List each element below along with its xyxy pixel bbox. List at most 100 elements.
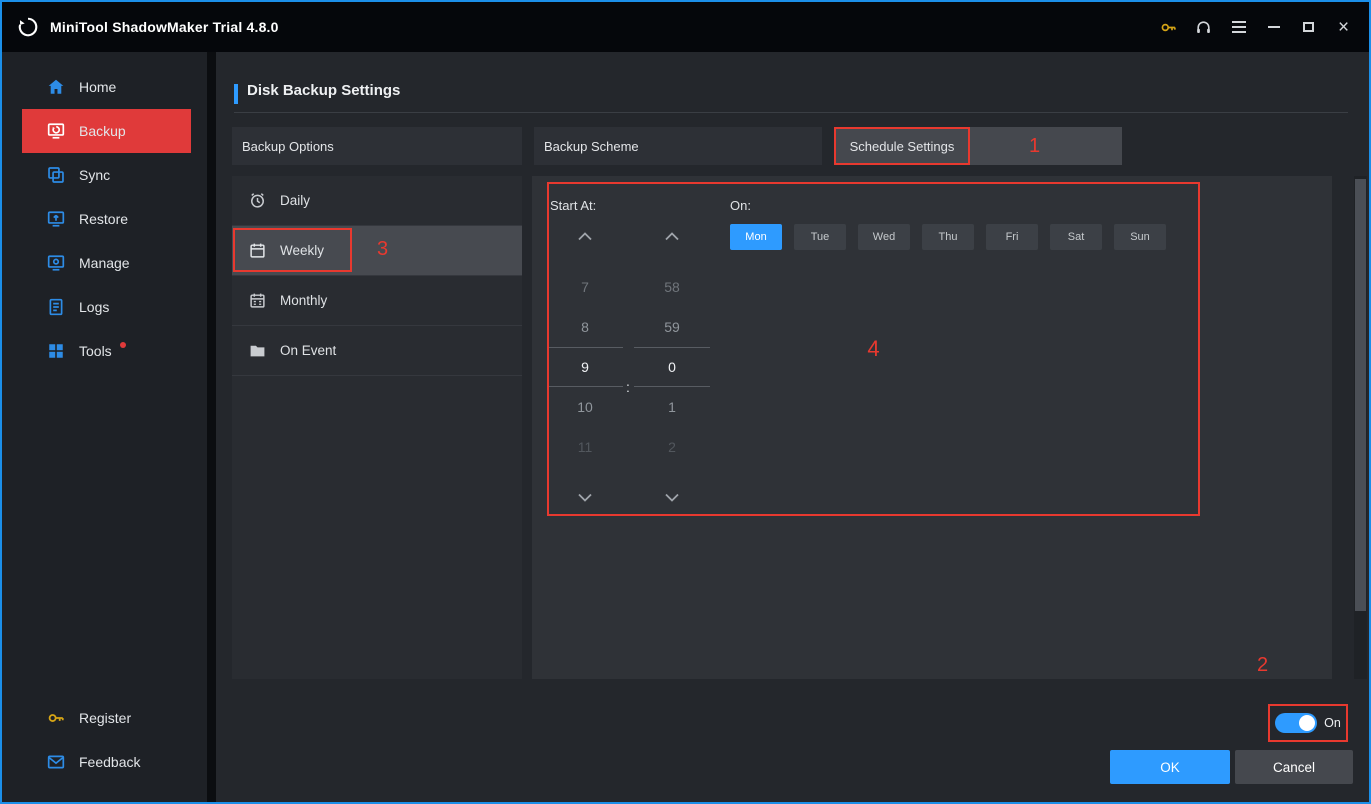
minute-option-selected[interactable]: 0 [634,347,710,387]
calendar-week-icon [248,242,266,260]
hour-option[interactable]: 8 [547,307,623,347]
schedule-type-label: Monthly [280,293,327,308]
sidebar-item-logs[interactable]: Logs [2,285,207,329]
annotation-box-2: On [1268,704,1348,742]
tab-backup-scheme[interactable]: Backup Scheme [534,127,822,165]
tab-label: Schedule Settings [850,139,955,154]
sidebar-item-label: Logs [79,299,109,315]
sidebar-item-backup[interactable]: Backup [22,109,191,153]
close-icon: × [1338,18,1349,37]
minute-up-button[interactable] [634,216,710,256]
sidebar-item-sync[interactable]: Sync [2,153,207,197]
sidebar-item-label: Home [79,79,116,95]
feedback-envelope-icon [47,753,65,771]
annotation-step-4: 4 [867,336,879,362]
hour-option[interactable]: 10 [547,387,623,427]
scrollbar-thumb[interactable] [1355,179,1366,611]
logs-icon [47,298,65,316]
schedule-type-list: Daily Weekly 3 [232,176,522,679]
sidebar-item-label: Manage [79,255,130,271]
on-days-label: On: [730,198,751,213]
toggle-knob [1299,715,1315,731]
hour-up-button[interactable] [547,216,623,256]
maximize-button[interactable] [1291,11,1326,43]
schedule-type-label: Weekly [280,243,324,258]
calendar-month-icon [248,292,266,310]
toggle-state-label: On [1324,716,1341,730]
manage-icon [47,254,65,272]
schedule-settings-panel: Start At: On: 7 8 9 10 11 [532,176,1332,679]
app-logo-icon [16,15,40,39]
day-button-thu[interactable]: Thu [922,224,974,250]
minimize-icon [1268,26,1280,28]
sidebar-item-label: Feedback [79,754,140,770]
annotation-box-1: Schedule Settings [834,127,970,165]
sidebar-item-label: Tools [79,343,112,359]
sidebar: Home Backup [2,52,207,802]
schedule-type-monthly[interactable]: Monthly [232,276,522,326]
header-divider [234,112,1348,113]
sidebar-item-home[interactable]: Home [2,65,207,109]
sidebar-item-tools[interactable]: Tools [2,329,207,373]
sidebar-divider [207,52,216,802]
notification-dot [120,342,126,348]
sidebar-item-restore[interactable]: Restore [2,197,207,241]
sidebar-footer: Register Feedback [2,696,207,802]
support-headset-button[interactable] [1186,11,1221,43]
hour-option[interactable]: 7 [547,267,623,307]
schedule-type-weekly[interactable]: Weekly 3 [232,226,522,276]
menu-button[interactable] [1221,11,1256,43]
schedule-toggle[interactable] [1275,713,1317,733]
app-window: MiniTool ShadowMaker Trial 4.8.0 [0,0,1371,804]
minimize-button[interactable] [1256,11,1291,43]
annotation-step-2: 2 [1257,654,1268,677]
restore-icon [47,210,65,228]
cancel-button[interactable]: Cancel [1235,750,1353,784]
minute-option[interactable]: 59 [634,307,710,347]
day-button-sun[interactable]: Sun [1114,224,1166,250]
day-button-tue[interactable]: Tue [794,224,846,250]
hour-picker: 7 8 9 10 11 [547,216,623,517]
hamburger-icon [1232,21,1246,33]
titlebar: MiniTool ShadowMaker Trial 4.8.0 [2,2,1369,52]
minute-option[interactable]: 2 [634,427,710,467]
day-button-mon[interactable]: Mon [730,224,782,250]
tab-backup-options[interactable]: Backup Options [232,127,522,165]
start-at-label: Start At: [550,198,596,213]
sidebar-item-label: Sync [79,167,110,183]
close-button[interactable]: × [1326,11,1361,43]
minute-down-button[interactable] [634,477,710,517]
hour-option-selected[interactable]: 9 [547,347,623,387]
sync-icon [47,166,65,184]
ok-button[interactable]: OK [1110,750,1230,784]
page-title: Disk Backup Settings [247,82,400,99]
scrollbar[interactable] [1354,176,1367,679]
weekday-selector: Mon Tue Wed Thu Fri Sat Sun [730,224,1166,250]
sidebar-item-label: Restore [79,211,128,227]
hour-down-button[interactable] [547,477,623,517]
minute-option[interactable]: 58 [634,267,710,307]
day-button-wed[interactable]: Wed [858,224,910,250]
schedule-type-daily[interactable]: Daily [232,176,522,226]
minute-picker: 58 59 0 1 2 [634,216,710,517]
tab-schedule-settings[interactable]: Schedule Settings 1 [834,127,1122,165]
day-button-sat[interactable]: Sat [1050,224,1102,250]
tab-label: Backup Scheme [544,139,639,154]
annotation-step-3: 3 [377,238,388,261]
alarm-clock-icon [248,192,266,210]
sidebar-item-register[interactable]: Register [2,696,207,740]
title-accent-bar [234,84,238,104]
day-button-fri[interactable]: Fri [986,224,1038,250]
sidebar-item-manage[interactable]: Manage [2,241,207,285]
hour-option[interactable]: 11 [547,427,623,467]
home-icon [47,78,65,96]
backup-icon [47,122,65,140]
sidebar-item-label: Register [79,710,131,726]
sidebar-item-feedback[interactable]: Feedback [2,740,207,784]
annotation-step-1: 1 [1029,135,1040,158]
folder-icon [248,342,266,360]
minute-option[interactable]: 1 [634,387,710,427]
license-key-button[interactable] [1151,11,1186,43]
maximize-icon [1303,22,1314,32]
schedule-type-on-event[interactable]: On Event [232,326,522,376]
